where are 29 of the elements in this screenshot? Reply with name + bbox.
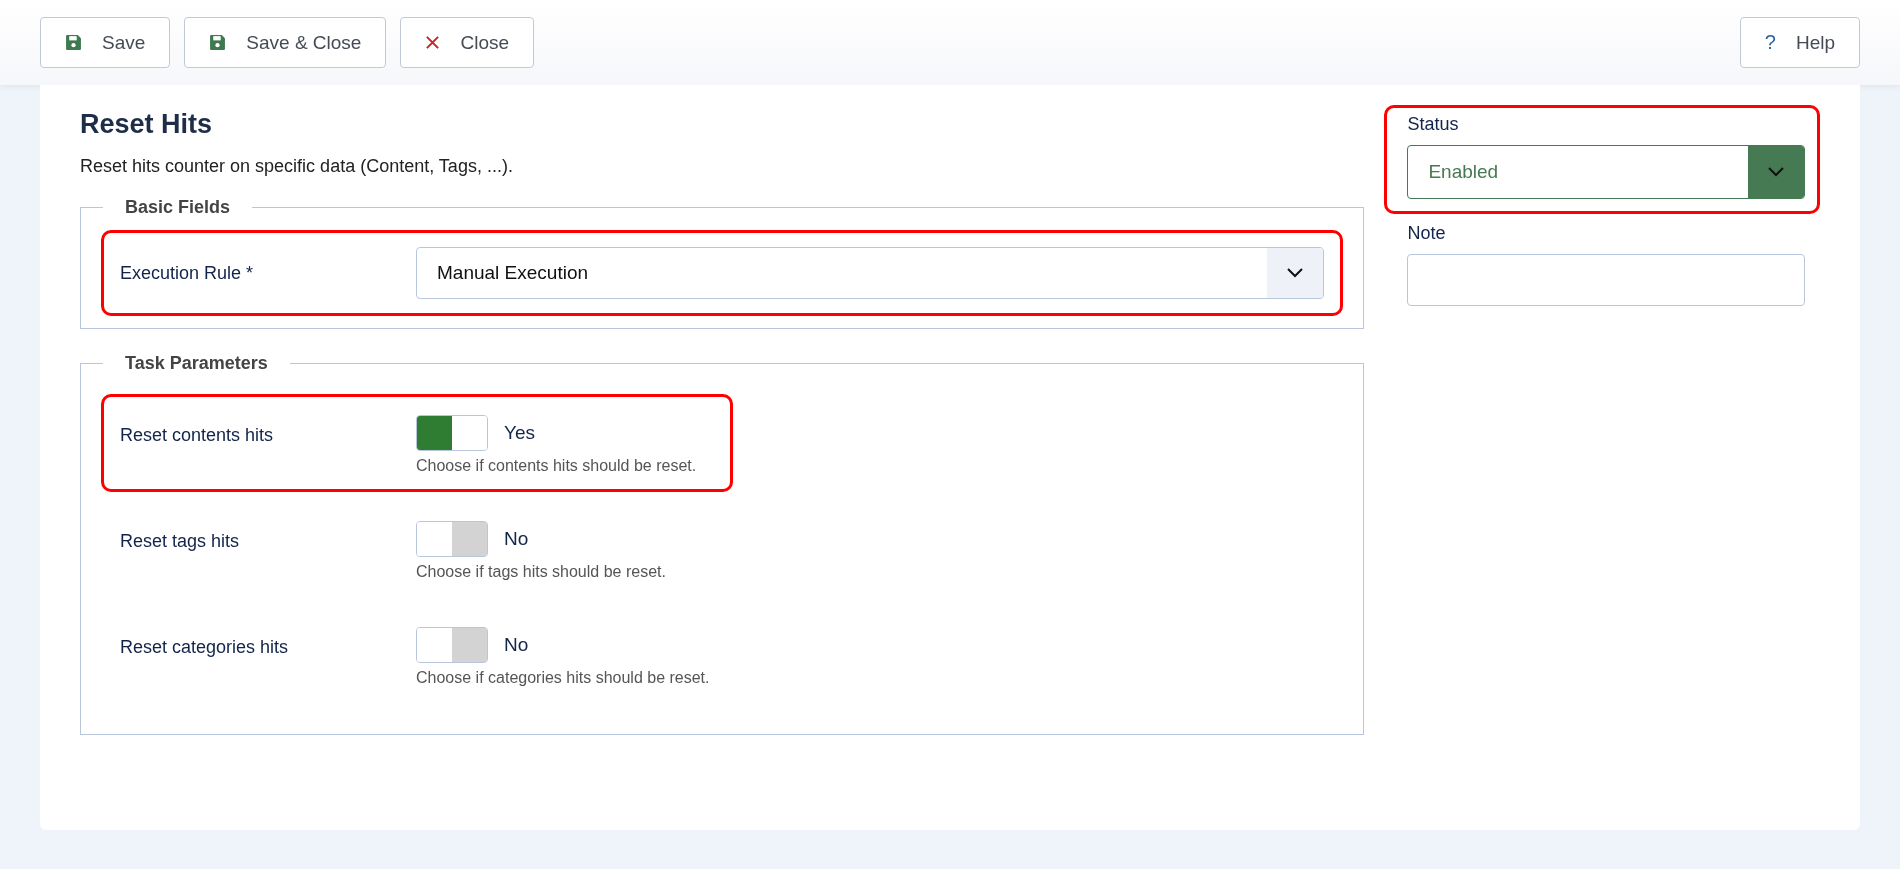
fieldset-legend: Basic Fields [103, 197, 253, 218]
field-label: Execution Rule * [120, 262, 255, 284]
toggle-switch[interactable] [416, 627, 488, 663]
toggle-switch[interactable] [416, 415, 488, 451]
page-title: Reset Hits [80, 109, 214, 140]
field-hint: Choose if tags hits should be reset. [416, 563, 666, 581]
field-label: Reset contents hits [120, 425, 275, 446]
field-label: Reset tags hits [120, 531, 241, 552]
field-label: Status [1407, 114, 1460, 135]
chevron-down-icon [1768, 167, 1784, 177]
toolbar-button[interactable]: Save & Close [184, 17, 387, 68]
fieldset-legend: Task Parameters [103, 353, 290, 374]
help-button[interactable]: ? Help [1739, 17, 1860, 68]
close-icon [425, 35, 441, 50]
field-hint: Choose if categories hits should be reset. [416, 669, 710, 687]
field-label: Note [1407, 223, 1447, 244]
page-description: Reset hits counter on specific data (Content, Tags, ...). [80, 156, 514, 177]
toggle-state-label: Yes [504, 422, 535, 444]
field-hint: Choose if contents hits should be reset. [416, 457, 697, 475]
toggle-state-label: No [504, 634, 529, 656]
status-select[interactable]: Enabled [1407, 145, 1805, 199]
select-field[interactable]: Manual Execution [416, 247, 1325, 299]
toggle-state-label: No [504, 528, 529, 550]
toggle-switch[interactable] [416, 521, 488, 557]
toolbar-button[interactable]: Close [400, 17, 534, 68]
note-input[interactable] [1407, 254, 1805, 306]
field-label: Reset categories hits [120, 637, 290, 658]
chevron-down-icon [1287, 268, 1304, 278]
toolbar-button[interactable]: Save [40, 17, 171, 68]
